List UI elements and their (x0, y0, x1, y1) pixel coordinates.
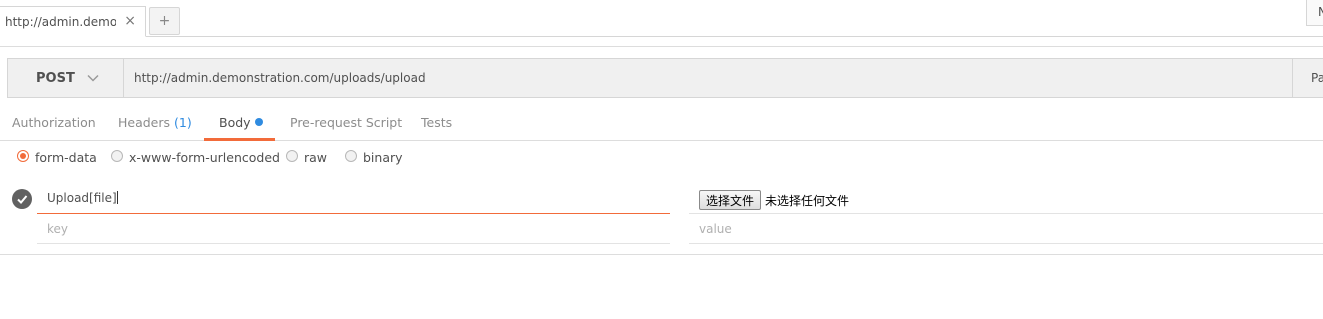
key-input[interactable]: Upload[file] (37, 187, 670, 214)
row-enabled-checkbox[interactable] (12, 189, 32, 209)
radio-label: form-data (35, 150, 97, 165)
divider (0, 46, 1323, 47)
radio-label: binary (363, 150, 403, 165)
radio-label: raw (304, 150, 328, 165)
tab-tests[interactable]: Tests (421, 115, 452, 130)
new-key-input[interactable]: key (37, 216, 670, 244)
plus-icon: + (158, 13, 171, 29)
url-bar: POST http://admin.demonstration.com/uplo… (7, 58, 1323, 98)
close-tab-icon[interactable]: × (124, 13, 136, 29)
radio-binary[interactable]: binary (345, 149, 403, 165)
request-sections-tabs: Authorization Headers (1) Body Pre-reque… (0, 108, 1323, 141)
request-tab[interactable]: http://admin.demonstration.com/uploads/u… (0, 6, 146, 37)
radio-checked-icon (17, 149, 29, 162)
radio-unchecked-icon (111, 149, 123, 162)
radio-raw[interactable]: raw (286, 149, 328, 165)
divider (0, 254, 1323, 255)
choose-file-button[interactable]: 选择文件 (699, 190, 762, 210)
radio-label: x-www-form-urlencoded (129, 150, 280, 165)
request-tab-title: http://admin.demonstration.com/uploads/u… (5, 14, 116, 29)
method-label: POST (36, 70, 75, 86)
active-tab-indicator (204, 138, 275, 141)
tab-prerequest-script[interactable]: Pre-request Script (290, 115, 402, 130)
tab-body-label: Body (219, 115, 251, 130)
file-value-field: 选择文件 未选择任何文件 (689, 187, 1323, 214)
environment-button[interactable]: N (1306, 0, 1323, 26)
tab-headers-label: Headers (118, 115, 171, 130)
radio-form-data[interactable]: form-data (17, 149, 97, 165)
chevron-down-icon (87, 74, 99, 82)
text-cursor (116, 191, 118, 204)
key-value: Upload[file] (47, 191, 117, 205)
url-input[interactable]: http://admin.demonstration.com/uploads/u… (134, 59, 1284, 97)
request-tab-bar: http://admin.demonstration.com/uploads/u… (0, 0, 1323, 37)
add-tab-button[interactable]: + (149, 7, 180, 35)
body-type-selector: form-data x-www-form-urlencoded raw bina… (0, 149, 1323, 170)
tab-headers[interactable]: Headers (1) (118, 115, 192, 130)
modified-dot-icon (254, 118, 263, 126)
checkmark-icon (17, 195, 28, 204)
radio-unchecked-icon (286, 149, 298, 162)
radio-x-www-form-urlencoded[interactable]: x-www-form-urlencoded (111, 149, 280, 165)
params-button[interactable]: Pa (1292, 59, 1323, 97)
radio-unchecked-icon (345, 149, 357, 162)
tab-authorization[interactable]: Authorization (12, 115, 96, 130)
method-dropdown[interactable]: POST (8, 59, 124, 97)
new-value-input[interactable]: value (689, 216, 1323, 244)
file-status-text: 未选择任何文件 (765, 193, 850, 208)
headers-count-badge: (1) (174, 115, 192, 130)
tab-body[interactable]: Body (219, 115, 263, 130)
